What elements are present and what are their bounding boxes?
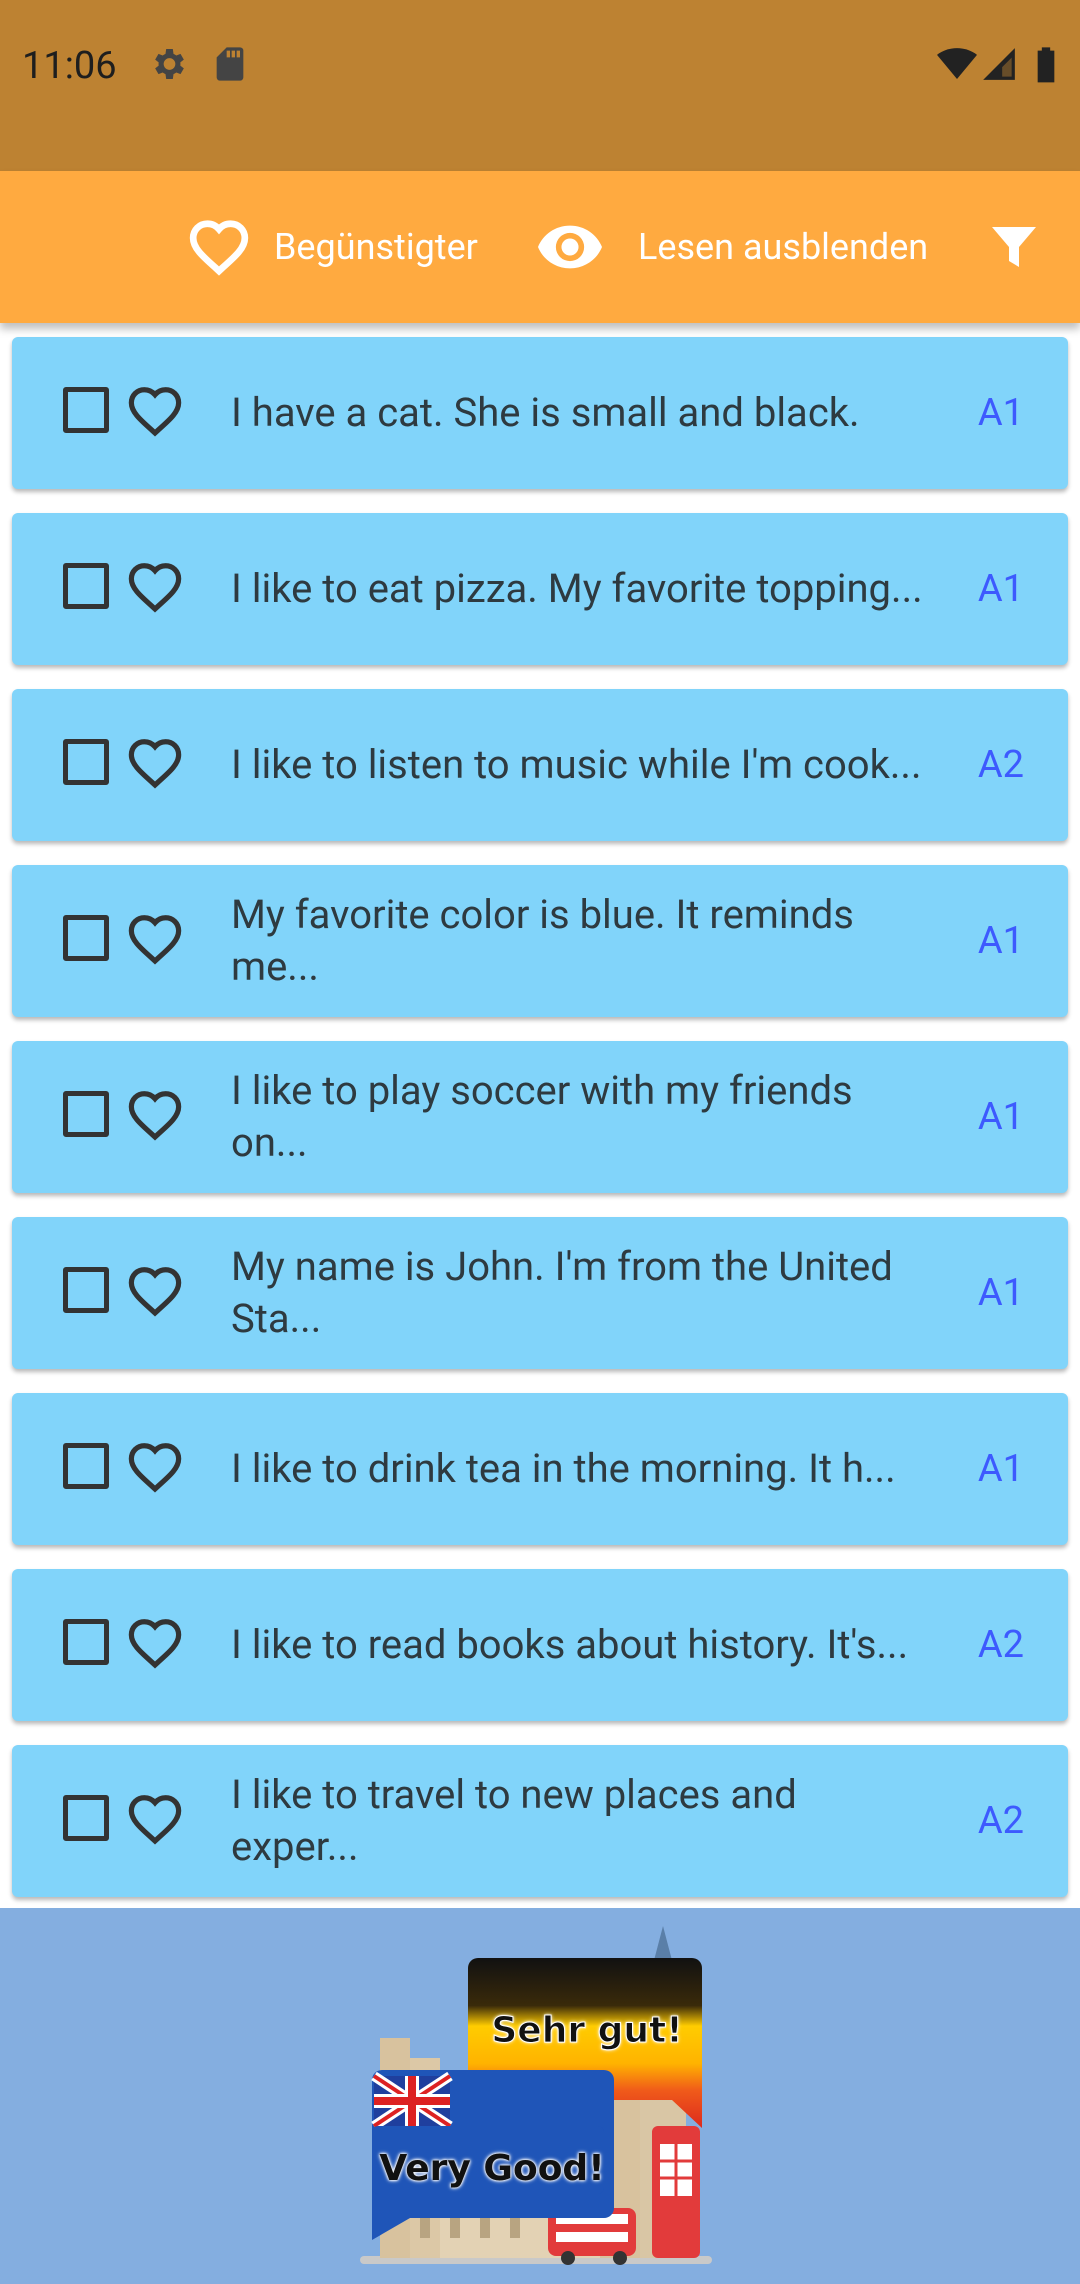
read-checkbox[interactable] xyxy=(63,1443,109,1489)
german-bubble-text: Sehr gut! xyxy=(491,2010,683,2052)
list-item[interactable]: I like to listen to music while I'm cook… xyxy=(12,689,1068,841)
list-item[interactable]: My favorite color is blue. It reminds me… xyxy=(12,865,1068,1017)
list-item[interactable]: I like to read books about history. It's… xyxy=(12,1569,1068,1721)
heart-outline-icon[interactable] xyxy=(126,561,184,617)
app-toolbar: Begünstigter Lesen ausblenden xyxy=(0,171,1080,323)
story-preview-text: I like to travel to new places and exper… xyxy=(231,1771,797,1870)
favorites-filter-label: Begünstigter xyxy=(274,226,478,268)
status-bar: 11:06 xyxy=(0,0,1080,171)
battery-icon xyxy=(1034,44,1074,84)
list-item[interactable]: I like to eat pizza. My favorite topping… xyxy=(12,513,1068,665)
read-checkbox[interactable] xyxy=(63,1619,109,1665)
app-banner: Sehr gut! Very Good! xyxy=(0,1908,1080,2280)
story-preview-text: My favorite color is blue. It reminds me… xyxy=(231,891,854,990)
story-preview-text: I like to drink tea in the morning. It h… xyxy=(231,1445,896,1492)
london-illustration xyxy=(360,1926,712,2265)
list-item[interactable]: I like to play soccer with my friends on… xyxy=(12,1041,1068,1193)
hide-read-button[interactable]: Lesen ausblenden xyxy=(538,171,928,323)
read-checkbox[interactable] xyxy=(63,1795,109,1841)
level-badge: A1 xyxy=(977,1271,1024,1315)
status-time: 11:06 xyxy=(22,44,117,88)
wifi-icon xyxy=(936,44,977,84)
level-badge: A2 xyxy=(977,743,1024,787)
level-badge: A1 xyxy=(977,1447,1024,1491)
filter-funnel-icon xyxy=(990,223,1038,271)
story-preview-text: I have a cat. She is small and black. xyxy=(231,389,860,436)
story-preview-text: I like to play soccer with my friends on… xyxy=(231,1067,853,1166)
hide-read-label: Lesen ausblenden xyxy=(638,226,929,268)
list-item[interactable]: I like to drink tea in the morning. It h… xyxy=(12,1393,1068,1545)
level-badge: A1 xyxy=(977,919,1024,963)
story-list[interactable]: I have a cat. She is small and black. A1… xyxy=(0,323,1080,1908)
sd-card-icon xyxy=(210,44,250,84)
heart-outline-icon[interactable] xyxy=(126,1441,184,1497)
read-checkbox[interactable] xyxy=(63,563,109,609)
list-item[interactable]: I like to travel to new places and exper… xyxy=(12,1745,1068,1897)
level-badge: A1 xyxy=(977,1095,1024,1139)
filter-button[interactable] xyxy=(990,171,1038,323)
level-badge: A1 xyxy=(977,391,1024,435)
settings-icon xyxy=(148,44,188,84)
favorites-filter-button[interactable]: Begünstigter xyxy=(188,171,478,323)
level-badge: A2 xyxy=(977,1623,1024,1667)
heart-outline-icon[interactable] xyxy=(126,1265,184,1321)
read-checkbox[interactable] xyxy=(63,915,109,961)
read-checkbox[interactable] xyxy=(63,1267,109,1313)
level-badge: A1 xyxy=(977,567,1024,611)
heart-outline-icon[interactable] xyxy=(126,1793,184,1849)
heart-outline-icon[interactable] xyxy=(126,913,184,969)
read-checkbox[interactable] xyxy=(63,387,109,433)
heart-outline-icon xyxy=(188,218,250,276)
story-preview-text: My name is John. I'm from the United Sta… xyxy=(231,1243,893,1342)
story-preview-text: I like to read books about history. It's… xyxy=(231,1621,909,1668)
list-item[interactable]: My name is John. I'm from the United Sta… xyxy=(12,1217,1068,1369)
story-preview-text: I like to listen to music while I'm cook… xyxy=(231,741,922,788)
list-item[interactable]: I have a cat. She is small and black. A1 xyxy=(12,337,1068,489)
english-bubble-text: Very Good! xyxy=(379,2148,605,2189)
read-checkbox[interactable] xyxy=(63,739,109,785)
cell-signal-icon xyxy=(980,44,1020,84)
heart-outline-icon[interactable] xyxy=(126,1089,184,1145)
heart-outline-icon[interactable] xyxy=(126,737,184,793)
read-checkbox[interactable] xyxy=(63,1091,109,1137)
eye-icon xyxy=(538,225,602,269)
level-badge: A2 xyxy=(977,1799,1024,1843)
heart-outline-icon[interactable] xyxy=(126,385,184,441)
heart-outline-icon[interactable] xyxy=(126,1617,184,1673)
story-preview-text: I like to eat pizza. My favorite topping… xyxy=(231,565,923,612)
